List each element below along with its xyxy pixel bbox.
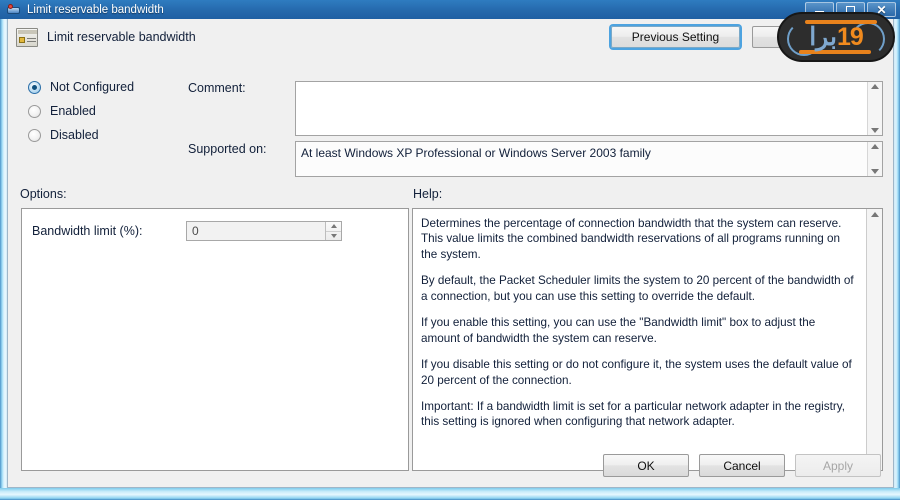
radio-not-configured[interactable]: Not Configured — [28, 75, 188, 99]
radio-enabled-label: Enabled — [50, 104, 96, 118]
dialog-client-area: Limit reservable bandwidth Previous Sett… — [7, 19, 894, 488]
stepper-down-icon[interactable] — [326, 232, 341, 241]
policy-state-radio-group: Not Configured Enabled Disabled — [28, 75, 188, 147]
comment-scroll-down-icon[interactable] — [871, 128, 879, 133]
radio-enabled[interactable]: Enabled — [28, 99, 188, 123]
cancel-button[interactable]: Cancel — [699, 454, 785, 477]
help-paragraph: If you enable this setting, you can use … — [421, 315, 857, 346]
supported-on-label: Supported on: — [188, 142, 267, 156]
previous-setting-button[interactable]: Previous Setting — [611, 26, 740, 48]
supported-scroll-down-icon[interactable] — [871, 169, 879, 174]
network-policy-icon — [7, 4, 21, 16]
radio-disabled-label: Disabled — [50, 128, 99, 142]
help-paragraph: Determines the percentage of connection … — [421, 216, 857, 262]
logo-text-orange: 19 — [837, 23, 863, 52]
help-panel: Determines the percentage of connection … — [412, 208, 883, 471]
apply-button: Apply — [795, 454, 881, 477]
radio-not-configured-label: Not Configured — [50, 80, 134, 94]
comment-scrollbar[interactable] — [867, 82, 882, 135]
supported-on-value: At least Windows XP Professional or Wind… — [296, 142, 867, 176]
logo-text-blue: برا — [809, 22, 837, 52]
options-section-label: Options: — [20, 187, 67, 201]
help-text-content: Determines the percentage of connection … — [413, 209, 866, 470]
window-border-left — [0, 16, 7, 494]
radio-disabled-indicator — [28, 129, 41, 142]
help-section-label: Help: — [413, 187, 442, 201]
setting-header-row: Limit reservable bandwidth Previous Sett… — [8, 19, 893, 55]
comment-textbox[interactable] — [295, 81, 883, 136]
dialog-action-buttons: OK Cancel Apply — [603, 454, 881, 477]
window-border-bottom — [0, 488, 900, 500]
supported-on-textbox: At least Windows XP Professional or Wind… — [295, 141, 883, 177]
comment-input[interactable] — [296, 82, 867, 135]
help-scrollbar[interactable] — [866, 209, 882, 470]
bandwidth-limit-stepper[interactable]: 0 — [186, 221, 342, 241]
help-paragraph: Important: If a bandwidth limit is set f… — [421, 399, 857, 430]
supported-scroll-up-icon[interactable] — [871, 144, 879, 149]
window-frame: Limit reservable bandwidth ✕ برا19 Limit… — [0, 0, 900, 500]
bandwidth-stepper-buttons — [325, 222, 341, 240]
radio-not-configured-indicator — [28, 81, 41, 94]
radio-disabled[interactable]: Disabled — [28, 123, 188, 147]
help-scroll-up-icon[interactable] — [871, 212, 879, 217]
comment-label: Comment: — [188, 81, 246, 95]
setting-title: Limit reservable bandwidth — [47, 30, 196, 44]
help-paragraph: If you disable this setting or do not co… — [421, 357, 857, 388]
options-panel — [21, 208, 409, 471]
radio-enabled-indicator — [28, 105, 41, 118]
abr19-logo: برا19 — [777, 12, 895, 62]
title-bar[interactable]: Limit reservable bandwidth ✕ — [0, 0, 900, 19]
help-paragraph: By default, the Packet Scheduler limits … — [421, 273, 857, 304]
supported-on-scrollbar[interactable] — [867, 142, 882, 176]
policy-setting-icon — [16, 28, 38, 47]
window-title: Limit reservable bandwidth — [27, 4, 164, 16]
logo-text: برا19 — [809, 22, 863, 52]
bandwidth-limit-value[interactable]: 0 — [187, 222, 325, 240]
comment-scroll-up-icon[interactable] — [871, 84, 879, 89]
window-border-right — [894, 16, 900, 494]
ok-button[interactable]: OK — [603, 454, 689, 477]
stepper-up-icon[interactable] — [326, 222, 341, 232]
bandwidth-limit-label: Bandwidth limit (%): — [32, 224, 142, 238]
